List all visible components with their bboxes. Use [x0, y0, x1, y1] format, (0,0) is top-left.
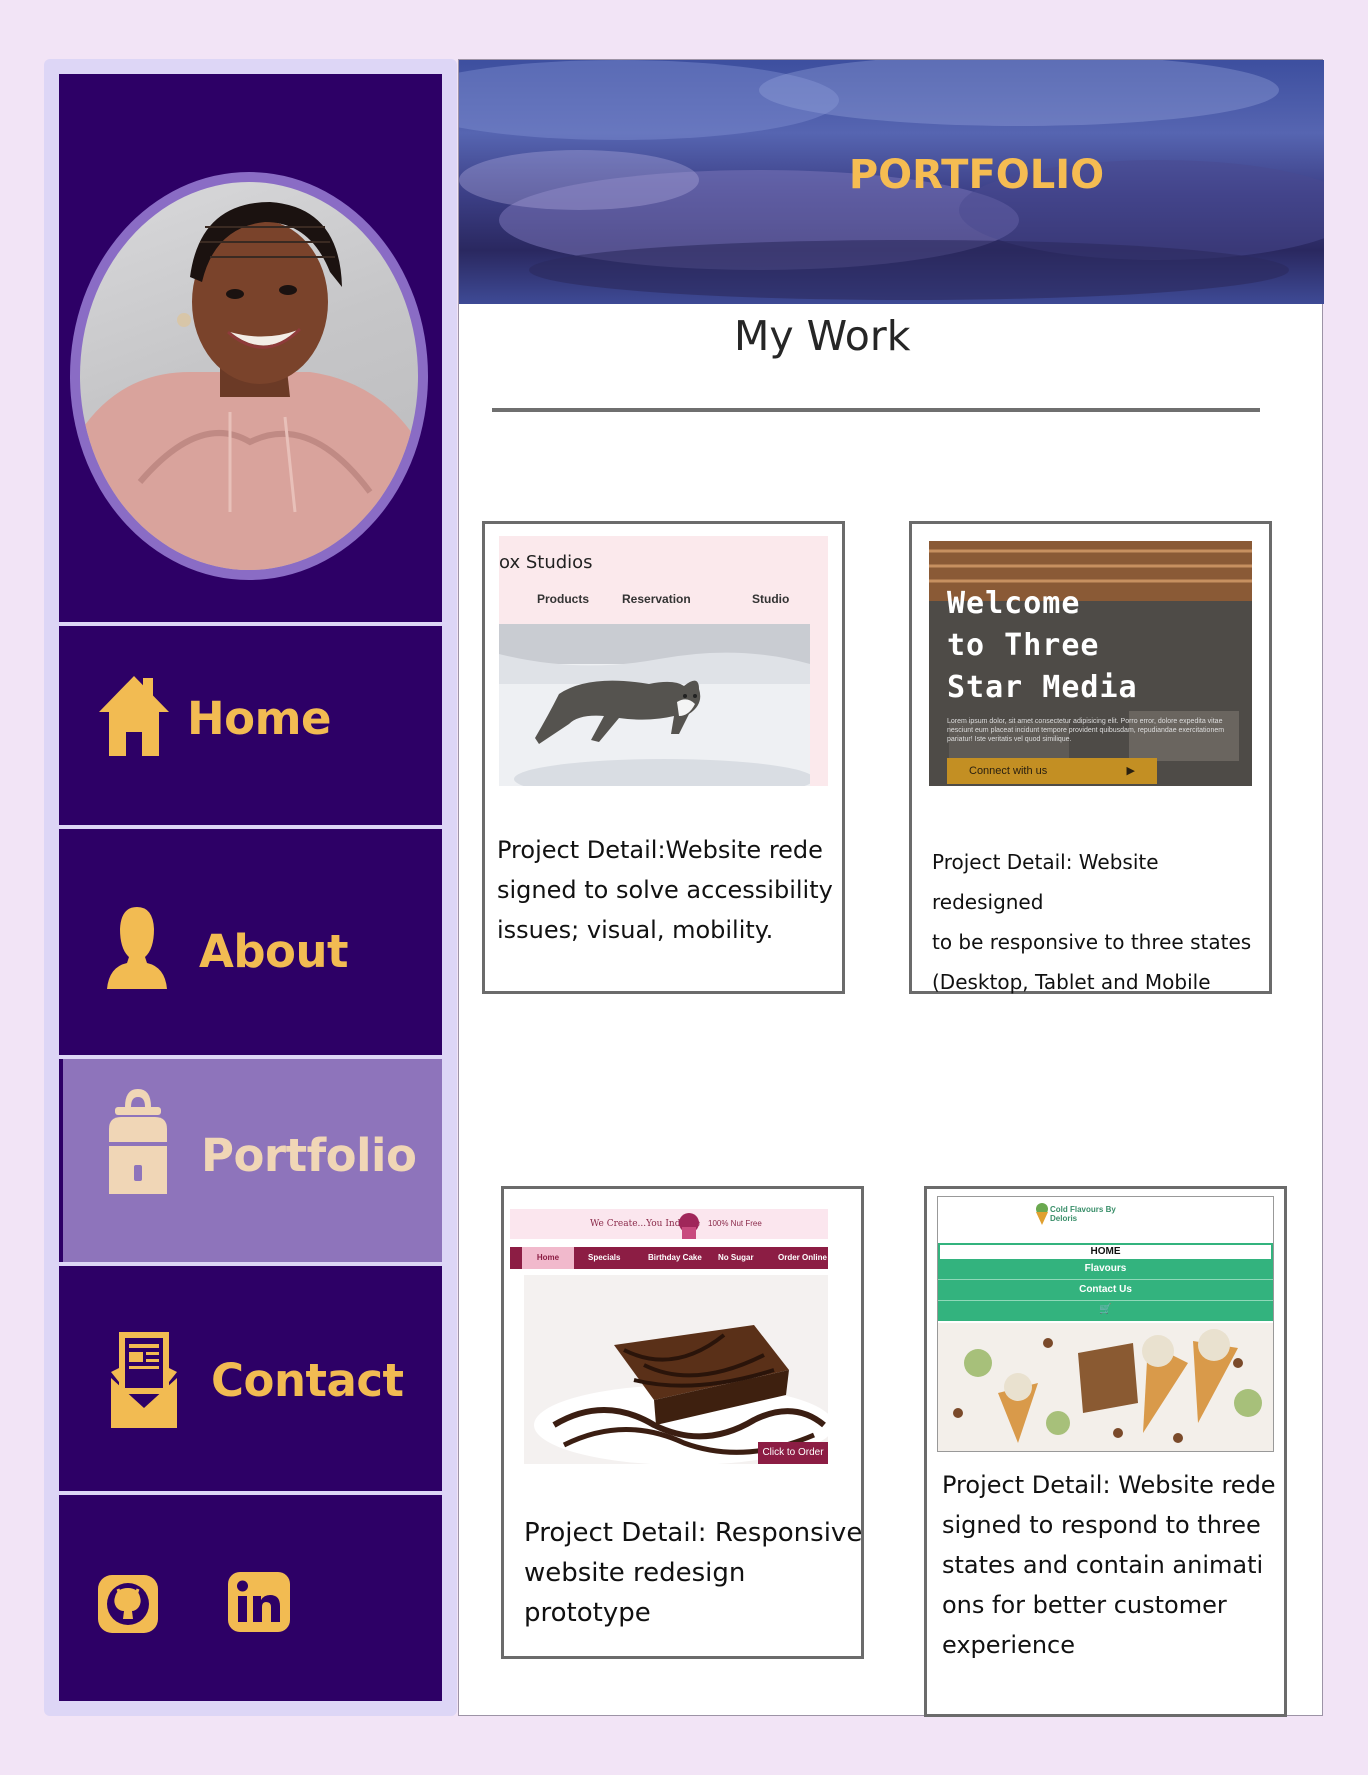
avatar — [70, 172, 428, 580]
thumb-headline-line: Star Media — [947, 670, 1138, 705]
project-card[interactable]: Welcome to Three Star Media Lorem ipsum … — [909, 521, 1272, 994]
sidebar-item-label: Contact — [211, 1354, 404, 1407]
thumb-menu-item: Reservation — [622, 592, 691, 606]
project-thumbnail: ox Studios Products Reservation Studio — [499, 536, 828, 786]
thumb-headline-line: Welcome — [947, 586, 1081, 621]
thumb-nav-item: Home — [522, 1247, 574, 1269]
linkedin-icon[interactable] — [228, 1572, 290, 1637]
house-icon — [99, 674, 169, 763]
project-card[interactable]: ox Studios Products Reservation Studio P… — [482, 521, 845, 994]
ice-cream-logo-icon — [1034, 1203, 1050, 1230]
sidebar-item-label: Portfolio — [201, 1129, 417, 1182]
thumb-menu-item: Products — [537, 592, 590, 606]
thumb-nav-item: No Sugar — [718, 1253, 754, 1262]
thumb-nav: Home Specials Birthday Cake No Sugar Ord… — [510, 1247, 828, 1269]
main-content: PORTFOLIO My Work ox Studios Products Re… — [458, 59, 1324, 1717]
thumb-menu-item: Studio — [752, 592, 790, 606]
thumb-headline: Welcome to Three Star Media — [947, 583, 1138, 709]
envelope-document-icon — [111, 1332, 177, 1433]
thumb-body: Lorem ipsum dolor, sit amet consectetur … — [947, 718, 1225, 743]
sidebar-item-label: About — [199, 925, 349, 978]
project-thumbnail: Welcome to Three Star Media Lorem ipsum … — [929, 541, 1252, 786]
thumb-badge: 100% Nut Free — [708, 1219, 762, 1228]
project-thumbnail: We Create...You Indulge 100% Nut Free Ho… — [510, 1209, 828, 1464]
thumb-cta-label: Connect with us — [969, 765, 1048, 777]
sidebar-item-home[interactable]: Home — [59, 626, 442, 825]
thumb-nav-item: Contact Us — [938, 1280, 1273, 1301]
cat-in-snow-image — [499, 624, 810, 786]
backpack-icon — [109, 1089, 167, 1199]
thumb-brand: ox Studios — [499, 552, 593, 573]
project-thumbnail: Cold Flavours By Deloris HOME Flavours C… — [937, 1196, 1274, 1452]
person-icon — [107, 907, 167, 994]
section-title: My Work — [734, 312, 911, 360]
github-icon[interactable] — [98, 1575, 158, 1638]
profile-photo — [80, 182, 418, 570]
project-card[interactable]: Cold Flavours By Deloris HOME Flavours C… — [924, 1186, 1287, 1717]
sidebar-item-about[interactable]: About — [59, 829, 442, 1055]
thumb-brand: Cold Flavours By Deloris — [1050, 1205, 1116, 1223]
project-description: Project Detail:Website rede signed to so… — [497, 836, 833, 944]
thumb-nav-item: Specials — [588, 1253, 621, 1262]
thumb-cta-button: Click to Order — [758, 1442, 828, 1464]
ice-cream-image — [938, 1323, 1273, 1451]
thumb-nav-item: Order Online — [778, 1253, 827, 1262]
project-card[interactable]: We Create...You Indulge 100% Nut Free Ho… — [501, 1186, 864, 1659]
thumb-headline-line: to Three — [947, 628, 1100, 663]
cart-icon: 🛒 — [1099, 1304, 1112, 1315]
sidebar-item-label: Home — [187, 692, 332, 745]
sidebar-item-portfolio[interactable]: Portfolio — [59, 1059, 442, 1262]
thumb-cta-button: Connect with us ▶ — [947, 758, 1157, 784]
page-title: PORTFOLIO — [848, 152, 1105, 198]
project-description: Project Detail: Website rede signed to r… — [942, 1471, 1276, 1659]
thumb-nav: HOME Flavours Contact Us 🛒 — [938, 1243, 1273, 1321]
thumb-nav-item: Flavours — [938, 1259, 1273, 1280]
thumb-nav-item: Birthday Cake — [648, 1253, 702, 1262]
brownie-image — [524, 1275, 828, 1464]
play-icon: ▶ — [1126, 765, 1135, 777]
header-banner: PORTFOLIO — [459, 60, 1324, 304]
cupcake-icon — [676, 1213, 702, 1244]
project-description: Project Detail: Responsive website redes… — [524, 1518, 863, 1628]
sidebar-item-contact[interactable]: Contact — [59, 1266, 442, 1491]
thumb-nav-item: HOME — [940, 1245, 1271, 1259]
divider — [492, 408, 1260, 412]
project-description: Project Detail: Website redesigned to be… — [932, 850, 1252, 994]
